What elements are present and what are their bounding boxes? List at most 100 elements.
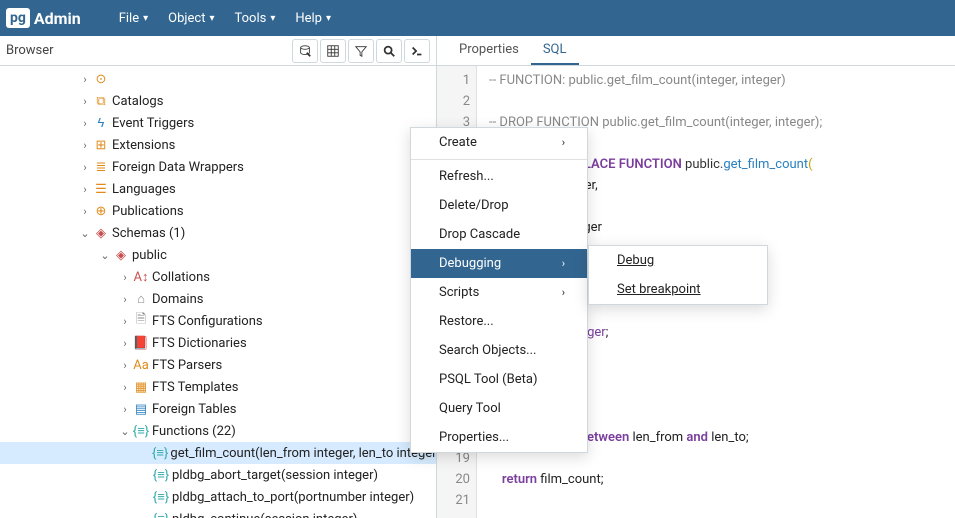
tree-node-casts-partial[interactable]: ›⊙	[0, 68, 436, 90]
function-icon: {≡}	[152, 467, 170, 483]
tree-node-schemas[interactable]: ⌄◈Schemas (1)	[0, 222, 436, 244]
menu-object[interactable]: Object▾	[158, 5, 224, 32]
code-comment: -- FUNCTION: public.get_film_count(integ…	[489, 73, 786, 88]
ctx-query-tool[interactable]: Query Tool	[411, 394, 587, 423]
tree-node-publications[interactable]: ›⊕Publications	[0, 200, 436, 222]
tree-node-fts-conf[interactable]: ›🗎FTS Configurations	[0, 310, 436, 332]
code-text: len_from	[629, 430, 686, 445]
tree-node-extensions[interactable]: ›⊞Extensions	[0, 134, 436, 156]
tree-label: pldbg_abort_target(session integer)	[170, 468, 378, 483]
tree-node-foreign-tables[interactable]: ›▤Foreign Tables	[0, 398, 436, 420]
tree-node-fdw[interactable]: ›≣Foreign Data Wrappers	[0, 156, 436, 178]
fts-dict-icon: 📕	[132, 336, 150, 351]
expand-icon: ›	[118, 271, 132, 284]
menu-file[interactable]: File▾	[109, 5, 158, 32]
ctx-label: Restore...	[439, 314, 494, 329]
collations-icon: A↕	[132, 269, 150, 285]
menu-tools-label: Tools	[234, 11, 266, 26]
tree-label: pldbg_continue(session integer)	[170, 512, 357, 518]
ctx-debugging[interactable]: Debugging ›	[411, 249, 587, 278]
tree-node-fn-attach[interactable]: {≡}pldbg_attach_to_port(portnumber integ…	[0, 486, 436, 508]
query-tool-icon[interactable]	[292, 39, 318, 63]
expand-icon: ›	[78, 183, 92, 196]
tree-node-domains[interactable]: ›⌂Domains	[0, 288, 436, 310]
extensions-icon: ⊞	[92, 138, 110, 153]
functions-icon: {≡}	[132, 423, 150, 439]
tree-node-collations[interactable]: ›A↕Collations	[0, 266, 436, 288]
menu-object-label: Object	[168, 11, 205, 26]
languages-icon: ☰	[92, 182, 110, 197]
chevron-right-icon: ›	[562, 257, 565, 270]
expand-icon: ›	[118, 359, 132, 372]
subheader: Browser Properties SQL	[0, 36, 955, 66]
ctx-refresh[interactable]: Refresh...	[411, 162, 587, 191]
tree-label: pldbg_attach_to_port(portnumber integer)	[170, 490, 414, 505]
ctx-delete[interactable]: Delete/Drop	[411, 191, 587, 220]
logo-text: pg	[10, 10, 26, 26]
tree-node-event-triggers[interactable]: ›ϟEvent Triggers	[0, 112, 436, 134]
domains-icon: ⌂	[132, 291, 150, 307]
tree-label: Domains	[150, 292, 203, 307]
ctx-search-objects[interactable]: Search Objects...	[411, 336, 587, 365]
tree-node-fn-get-film-count[interactable]: {≡}get_film_count(len_from integer, len_…	[0, 442, 436, 464]
psql-icon[interactable]	[404, 39, 430, 63]
expand-icon: ›	[78, 73, 92, 86]
ctx-drop-cascade[interactable]: Drop Cascade	[411, 220, 587, 249]
tree-node-fts-templates[interactable]: ›▦FTS Templates	[0, 376, 436, 398]
filter-icon[interactable]	[348, 39, 374, 63]
tree-node-fts-dict[interactable]: ›📕FTS Dictionaries	[0, 332, 436, 354]
ctx-label: Scripts	[439, 285, 479, 300]
collapse-icon: ⌄	[118, 425, 132, 438]
tree-node-languages[interactable]: ›☰Languages	[0, 178, 436, 200]
search-icon[interactable]	[376, 39, 402, 63]
expand-icon: ›	[78, 139, 92, 152]
ctx-label: PSQL Tool (Beta)	[439, 372, 537, 387]
ctx-label: Create	[439, 135, 477, 150]
tree-node-fts-parsers[interactable]: ›AaFTS Parsers	[0, 354, 436, 376]
fdw-icon: ≣	[92, 160, 110, 175]
tree-label: Extensions	[110, 138, 175, 153]
view-data-icon[interactable]	[320, 39, 346, 63]
logo-icon: pg	[6, 8, 30, 28]
ctx-debug[interactable]: Debug	[589, 246, 767, 275]
tree-label: Publications	[110, 204, 184, 219]
expand-icon: ›	[78, 95, 92, 108]
brand-name: Admin	[34, 9, 81, 28]
tree-label: public	[130, 248, 167, 263]
tree-node-public[interactable]: ⌄◈public	[0, 244, 436, 266]
function-icon: {≡}	[152, 511, 170, 518]
ctx-set-breakpoint[interactable]: Set breakpoint	[589, 275, 767, 304]
menu-tools[interactable]: Tools▾	[224, 5, 285, 32]
expand-icon: ›	[78, 205, 92, 218]
ctx-label: Properties...	[439, 430, 509, 445]
code-func: get_film_count	[723, 157, 808, 172]
ctx-create[interactable]: Create ›	[411, 128, 587, 157]
chevron-right-icon: ›	[562, 136, 565, 149]
tree-node-fn-abort[interactable]: {≡}pldbg_abort_target(session integer)	[0, 464, 436, 486]
schemas-icon: ◈	[92, 226, 110, 241]
ctx-label: Refresh...	[439, 169, 494, 184]
chevron-down-icon: ▾	[326, 13, 331, 24]
tree-node-catalogs[interactable]: ›⧉Catalogs	[0, 90, 436, 112]
tree-label: Catalogs	[110, 94, 163, 109]
expand-icon: ›	[78, 117, 92, 130]
tree-node-fn-continue[interactable]: {≡}pldbg_continue(session integer)	[0, 508, 436, 518]
menu-help[interactable]: Help▾	[285, 5, 341, 32]
code-text: public.	[682, 157, 724, 172]
ctx-psql-tool[interactable]: PSQL Tool (Beta)	[411, 365, 587, 394]
ctx-scripts[interactable]: Scripts›	[411, 278, 587, 307]
ctx-properties[interactable]: Properties...	[411, 423, 587, 452]
tree-node-functions[interactable]: ⌄{≡}Functions (22)	[0, 420, 436, 442]
ctx-restore[interactable]: Restore...	[411, 307, 587, 336]
chevron-down-icon: ▾	[143, 13, 148, 24]
ctx-label: Drop Cascade	[439, 227, 520, 242]
tab-sql[interactable]: SQL	[531, 36, 579, 65]
ctx-label: Debugging	[439, 256, 501, 271]
code-keyword: and	[686, 430, 708, 445]
fts-conf-icon: 🗎	[132, 310, 150, 332]
context-submenu-debugging: Debug Set breakpoint	[588, 245, 768, 305]
code-text: len_to;	[708, 430, 749, 445]
tree-label: FTS Templates	[150, 380, 238, 395]
tab-properties[interactable]: Properties	[447, 36, 531, 65]
ctx-label: Search Objects...	[439, 343, 536, 358]
